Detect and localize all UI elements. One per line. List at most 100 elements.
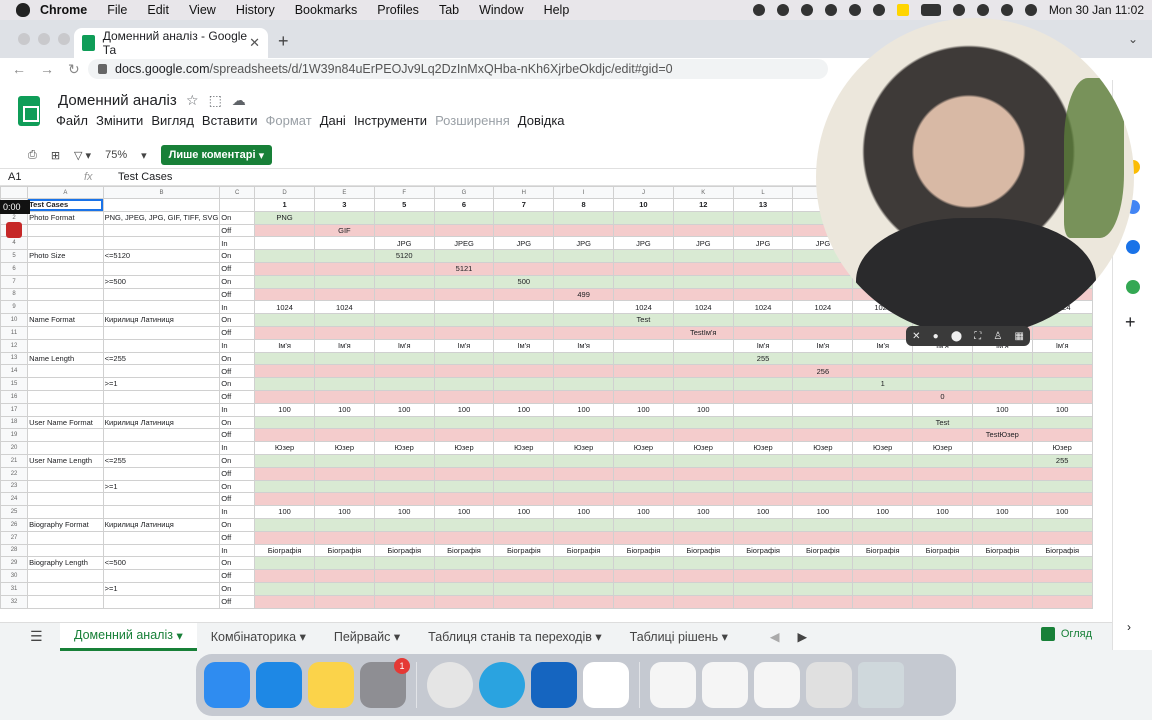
name-box[interactable]: A1: [0, 171, 84, 183]
cell[interactable]: [912, 581, 973, 596]
cell[interactable]: [373, 325, 435, 340]
cell[interactable]: [102, 492, 221, 507]
cell[interactable]: [373, 517, 435, 532]
cell[interactable]: [672, 249, 734, 263]
cell[interactable]: [313, 236, 375, 251]
cell[interactable]: Biography Length: [27, 556, 104, 571]
cell[interactable]: [493, 581, 555, 596]
cell[interactable]: [553, 594, 615, 609]
cell[interactable]: [433, 351, 495, 366]
cell[interactable]: [732, 453, 794, 468]
cell[interactable]: [1031, 466, 1093, 481]
cell[interactable]: Biography Format: [27, 517, 104, 532]
cell[interactable]: [672, 530, 734, 545]
column-header[interactable]: K: [672, 186, 734, 199]
menu-file[interactable]: Файл: [56, 113, 88, 128]
cell[interactable]: [792, 377, 854, 391]
cell[interactable]: [553, 556, 615, 571]
cell[interactable]: [373, 594, 435, 609]
cell[interactable]: 100: [912, 505, 973, 519]
recent-window-thumbnail[interactable]: [806, 662, 852, 708]
cell[interactable]: [254, 223, 315, 238]
cell[interactable]: [912, 569, 973, 583]
close-tab-icon[interactable]: ✕: [249, 35, 260, 51]
cell[interactable]: User Name Format: [27, 415, 104, 430]
cell[interactable]: [254, 313, 315, 327]
cell[interactable]: [433, 492, 495, 507]
cell[interactable]: Юзер: [553, 441, 615, 455]
cell[interactable]: [27, 364, 104, 379]
browser-tab[interactable]: Доменний аналіз - Google Та ✕: [74, 28, 268, 58]
minimize-window-button[interactable]: [38, 33, 50, 45]
cell[interactable]: [373, 556, 435, 571]
cell[interactable]: JPG: [732, 236, 794, 251]
cell[interactable]: Ім'я: [1031, 338, 1093, 353]
cell[interactable]: User Name Length: [27, 453, 104, 468]
cell[interactable]: JPG: [493, 236, 555, 251]
cell[interactable]: TestІм'я: [672, 325, 734, 340]
cell[interactable]: 5120: [373, 249, 435, 263]
maps-icon[interactable]: [1126, 280, 1140, 294]
control-center-icon[interactable]: [1024, 4, 1037, 16]
cell[interactable]: Off: [219, 325, 256, 340]
cell[interactable]: [433, 479, 495, 494]
cell[interactable]: [27, 581, 104, 596]
cell[interactable]: Юзер: [852, 441, 914, 455]
menu-data[interactable]: Дані: [320, 113, 346, 128]
search-icon[interactable]: [1000, 4, 1013, 16]
cell[interactable]: [493, 223, 555, 238]
cell[interactable]: Кирилиця Латиниця: [102, 313, 221, 327]
cell[interactable]: [553, 313, 615, 327]
cell[interactable]: [27, 223, 104, 238]
cell[interactable]: GIF: [313, 223, 375, 238]
column-header[interactable]: L: [732, 186, 794, 199]
cell[interactable]: [313, 428, 375, 443]
cell[interactable]: [732, 492, 794, 507]
cell[interactable]: 6: [433, 198, 495, 212]
cell[interactable]: [493, 261, 555, 276]
cell[interactable]: Біографія: [852, 543, 914, 558]
cell[interactable]: Біографія: [912, 543, 973, 558]
new-tab-icon[interactable]: +: [278, 31, 289, 52]
cell[interactable]: [493, 415, 555, 430]
explore-button[interactable]: Огляд: [1040, 627, 1092, 641]
cell[interactable]: [912, 556, 973, 571]
add-addon-icon[interactable]: +: [1125, 312, 1136, 333]
cell[interactable]: 100: [971, 505, 1033, 519]
cell[interactable]: [672, 338, 734, 353]
cell[interactable]: [373, 569, 435, 583]
side-panel-toggle-icon[interactable]: ›: [1127, 620, 1131, 634]
cell[interactable]: [433, 415, 495, 430]
cell[interactable]: On: [219, 453, 256, 468]
cell[interactable]: [313, 377, 375, 391]
cell[interactable]: [313, 287, 375, 302]
cell[interactable]: [313, 364, 375, 379]
cell[interactable]: [553, 300, 615, 315]
zoom-chevron-icon[interactable]: ▾: [141, 149, 147, 162]
cell[interactable]: [27, 338, 104, 353]
doc-title[interactable]: Доменний аналіз: [58, 92, 177, 109]
cell[interactable]: In: [219, 543, 256, 558]
cell[interactable]: [852, 364, 914, 379]
forward-icon[interactable]: →: [40, 61, 56, 77]
cell[interactable]: TestЮзер: [971, 428, 1033, 443]
cell[interactable]: [613, 389, 674, 404]
cell[interactable]: [493, 492, 555, 507]
cell[interactable]: [553, 581, 615, 596]
cell[interactable]: Off: [219, 594, 256, 609]
cell[interactable]: 100: [493, 505, 555, 519]
cell[interactable]: Off: [219, 223, 256, 238]
cell[interactable]: Off: [219, 530, 256, 545]
cell[interactable]: In: [219, 300, 256, 315]
cell[interactable]: [792, 594, 854, 609]
cell[interactable]: On: [219, 210, 256, 225]
cell[interactable]: [971, 389, 1033, 404]
cell[interactable]: JPG: [373, 236, 435, 251]
cell[interactable]: 0: [912, 389, 973, 404]
cell[interactable]: [433, 377, 495, 391]
cell[interactable]: [792, 287, 854, 302]
cell[interactable]: [1031, 415, 1093, 430]
person-icon[interactable]: ♙: [993, 331, 1002, 342]
scroll-left-icon[interactable]: ◀: [770, 629, 780, 644]
cell[interactable]: [553, 415, 615, 430]
